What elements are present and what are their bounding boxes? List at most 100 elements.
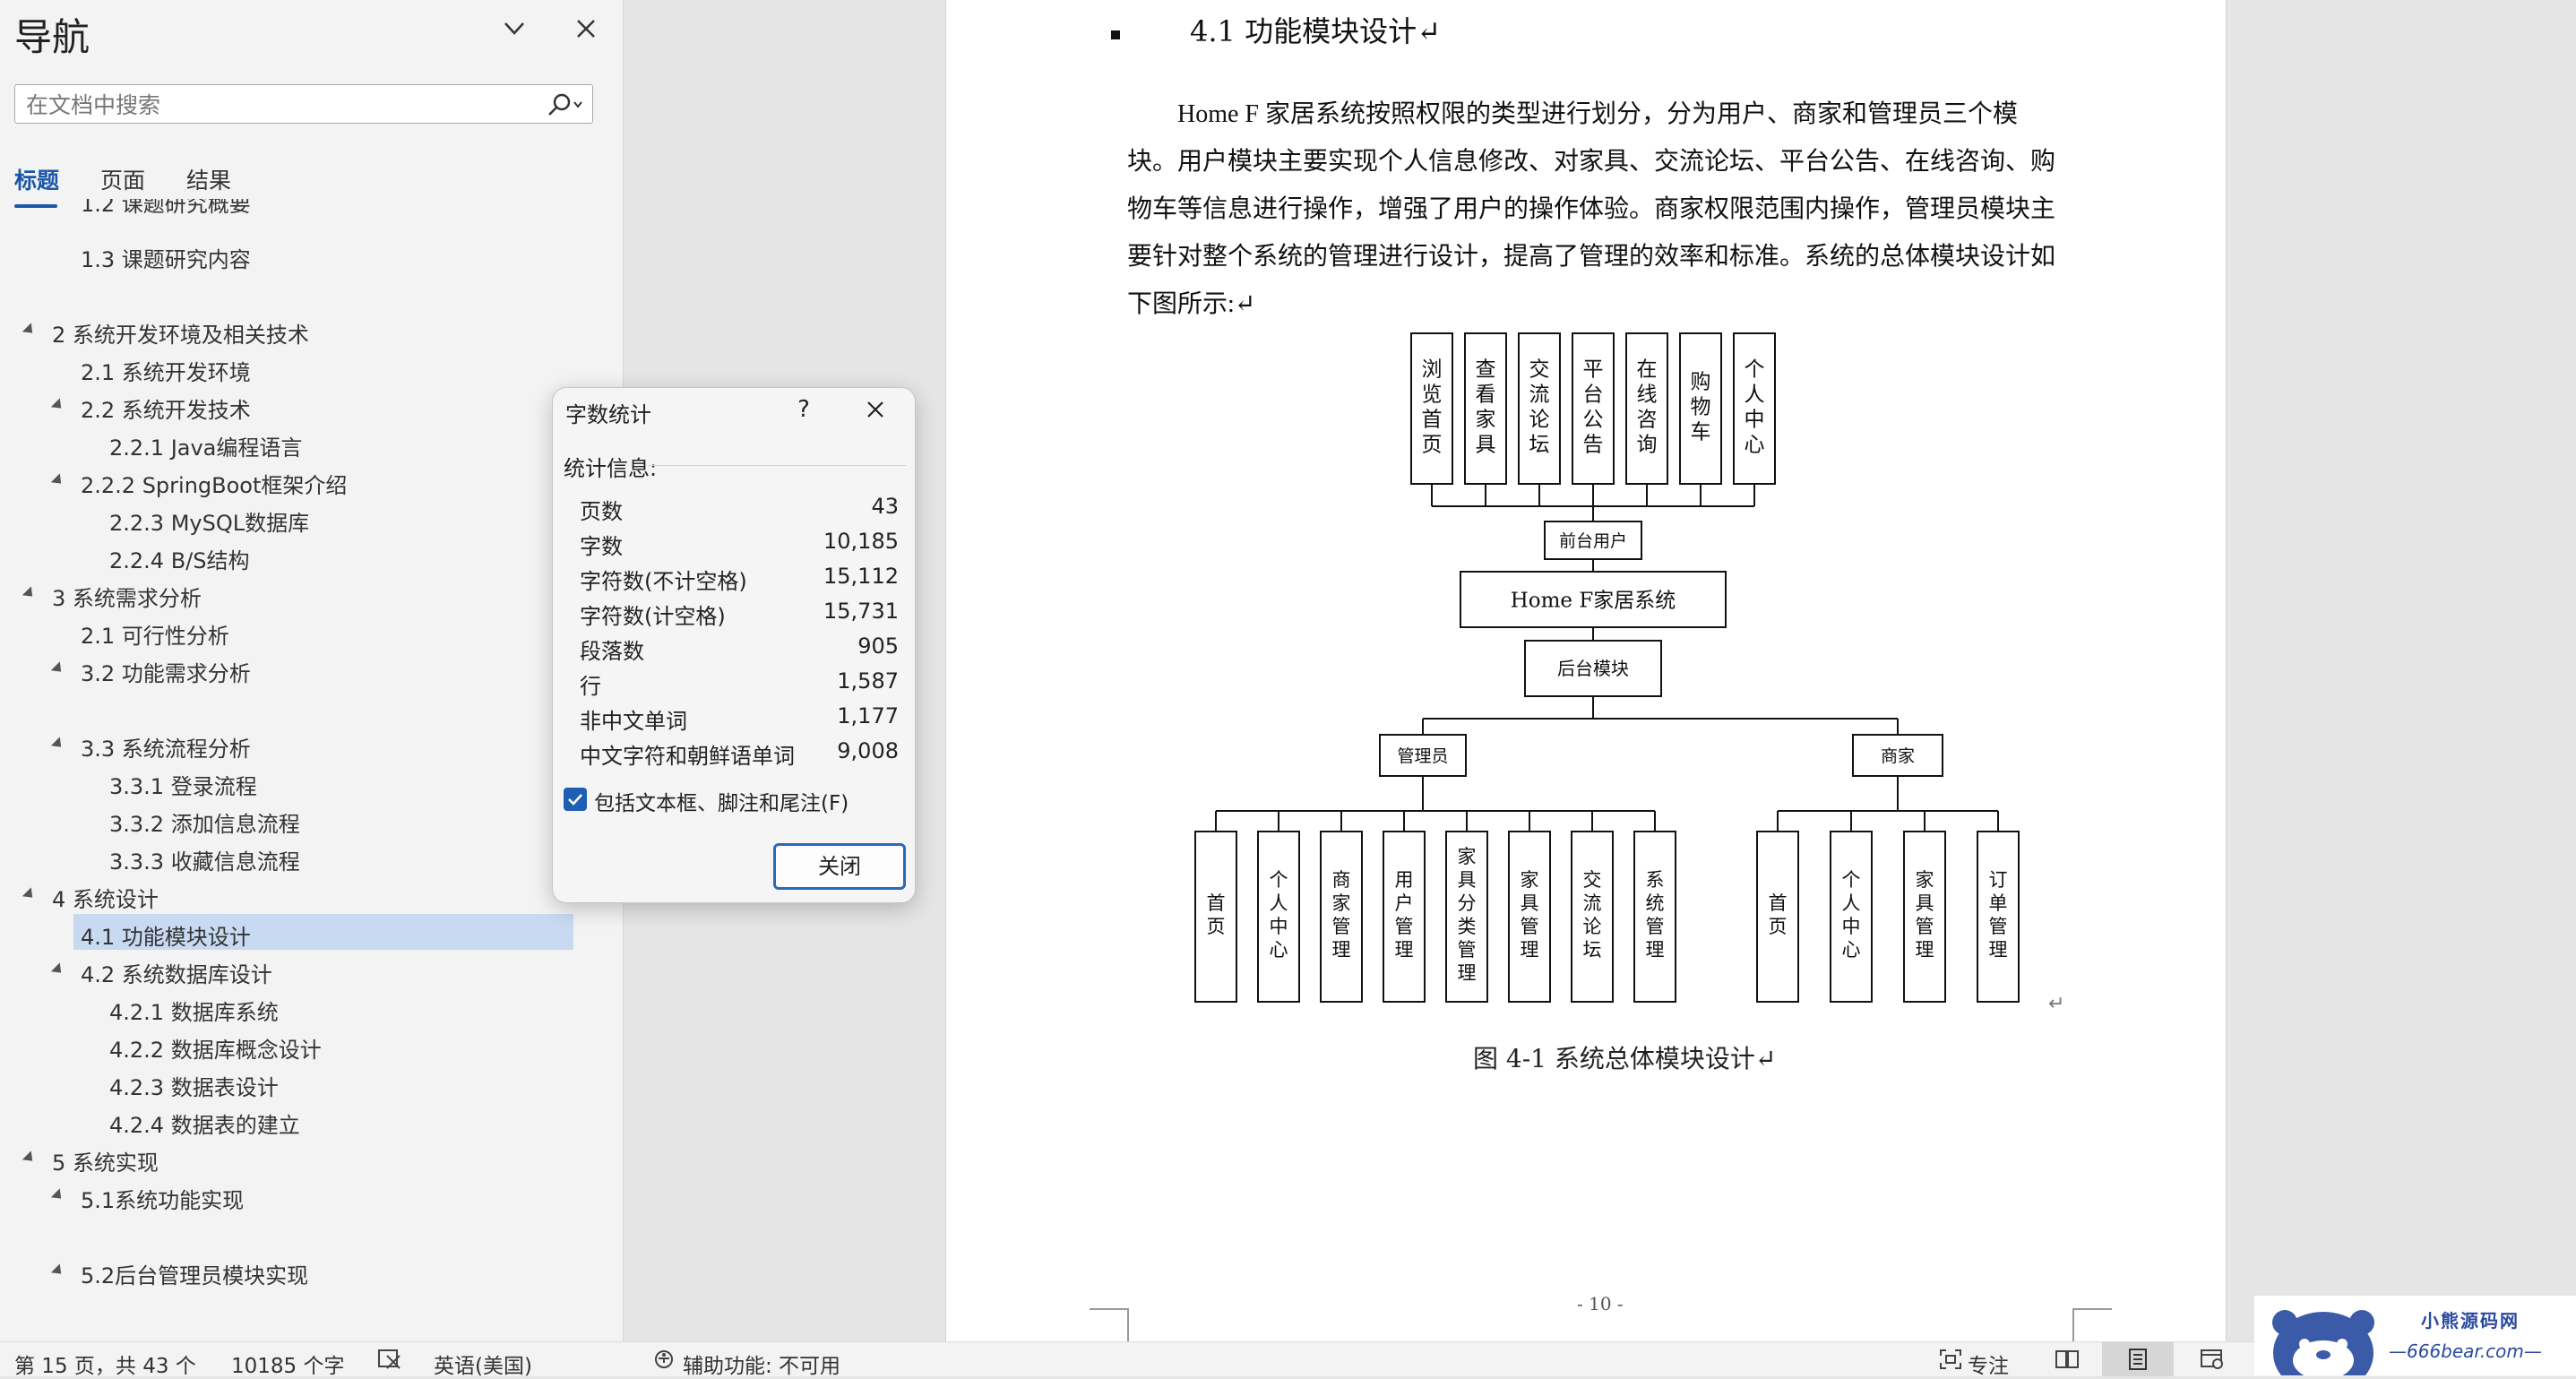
word-count-dialog: 字数统计 ? 统计信息: 页数 43 字数 10,185 字符数(不计空格) 15,112… — [552, 387, 916, 903]
nav-heading-item[interactable]: 4.2.1 数据库系统 — [0, 989, 623, 1025]
stat-label: 字符数(计空格) — [580, 604, 726, 629]
stat-value: 10,185 — [823, 529, 899, 554]
nav-heading-item[interactable]: 2.1 系统开发环境 — [0, 349, 623, 385]
stat-label: 中文字符和朝鲜语单词 — [580, 744, 795, 769]
heading-bullet — [1111, 30, 1120, 39]
nav-heading-item[interactable]: 2.2.1 Java编程语言 — [0, 425, 623, 461]
expand-arrow-icon[interactable] — [50, 473, 66, 488]
merchant-module-box: 首页 — [1756, 831, 1799, 1003]
tab-results[interactable]: 结果 — [186, 163, 231, 195]
nav-heading-item[interactable]: 1.2 课题研究概要 — [0, 199, 623, 235]
admin-module-box: 商家管理 — [1320, 831, 1363, 1003]
admin-module-box: 系统管理 — [1633, 831, 1676, 1003]
include-checkbox-label[interactable]: 包括文本框、脚注和尾注(F) — [594, 786, 849, 816]
backend-box: 后台模块 — [1524, 640, 1662, 697]
divider — [648, 465, 906, 466]
navigation-pane: 导航 标题 页面 结果 1.2 课题研究概要 1.3 课题研究内容 2 系统开发环境… — [0, 0, 624, 1341]
language-status[interactable]: 英语(美国) — [434, 1349, 532, 1379]
close-icon[interactable] — [857, 392, 893, 427]
expand-arrow-icon[interactable] — [50, 398, 66, 413]
nav-heading-item[interactable]: 2.2.2 SpringBoot框架介绍 — [0, 462, 623, 498]
focus-icon[interactable] — [1937, 1347, 1964, 1372]
nav-heading-item[interactable]: 4.1 功能模块设计 — [0, 914, 623, 950]
nav-heading-label: 2.2.4 B/S结构 — [109, 548, 250, 573]
web-layout-icon[interactable] — [2199, 1347, 2226, 1372]
nav-heading-label: 5 系统实现 — [52, 1151, 159, 1176]
nav-heading-item[interactable]: 4.2.2 数据库概念设计 — [0, 1027, 623, 1063]
diagram-label: Home F家居系统 — [1511, 589, 1676, 612]
expand-arrow-icon[interactable] — [50, 661, 66, 677]
stat-value: 9,008 — [837, 738, 899, 763]
nav-heading-item[interactable]: 5.2后台管理员模块实现 — [0, 1253, 623, 1289]
close-button[interactable]: 关闭 — [773, 843, 906, 890]
nav-heading-item[interactable]: 1.3 课题研究内容 — [0, 237, 623, 272]
nav-heading-item[interactable]: 5.1系统功能实现 — [0, 1177, 623, 1213]
stat-label: 行 — [580, 674, 601, 699]
search-input[interactable] — [24, 89, 538, 121]
nav-heading-item[interactable]: 3.3 系统流程分析 — [0, 726, 623, 762]
nav-heading-item[interactable]: 2.2.4 B/S结构 — [0, 538, 623, 573]
nav-heading-item[interactable]: 4.2.3 数据表设计 — [0, 1064, 623, 1100]
nav-heading-item[interactable]: 3.3.3 收藏信息流程 — [0, 839, 623, 875]
status-bar: 第 15 页，共 43 个 10185 个字 英语(美国) 辅助功能: 不可用 … — [0, 1341, 2576, 1379]
nav-heading-item[interactable]: 3.2 功能需求分析 — [0, 651, 623, 686]
nav-heading-label: 2 系统开发环境及相关技术 — [52, 323, 309, 348]
proofing-icon[interactable] — [376, 1347, 403, 1372]
nav-heading-item[interactable]: 4 系统设计 — [0, 876, 623, 912]
nav-heading-item[interactable]: 2 系统开发环境及相关技术 — [0, 312, 623, 348]
tab-headings[interactable]: 标题 — [14, 163, 59, 195]
nav-heading-item[interactable]: 4.2 系统数据库设计 — [0, 952, 623, 987]
diagram-label: 购物车 — [1691, 371, 1711, 444]
close-icon[interactable] — [570, 13, 602, 45]
expand-arrow-icon[interactable] — [22, 323, 38, 338]
merchant-module-box: 订单管理 — [1977, 831, 2020, 1003]
expand-arrow-icon[interactable] — [50, 737, 66, 752]
word-count-status[interactable]: 10185 个字 — [231, 1349, 344, 1379]
nav-heading-label: 3.3.1 登录流程 — [109, 774, 257, 799]
focus-mode-label[interactable]: 专注 — [1968, 1349, 2009, 1379]
chevron-down-icon[interactable] — [498, 13, 530, 45]
stat-label: 字数 — [580, 534, 623, 559]
nav-heading-label: 3.3.3 收藏信息流程 — [109, 849, 300, 875]
body-paragraph[interactable]: Home F 家居系统按照权限的类型进行划分，分为用户、商家和管理员三个模块。用… — [1127, 90, 2059, 328]
expand-arrow-icon[interactable] — [22, 586, 38, 601]
stat-value: 15,112 — [823, 564, 899, 589]
read-mode-icon[interactable] — [2054, 1347, 2081, 1372]
include-checkbox[interactable] — [564, 788, 587, 811]
print-layout-icon[interactable] — [2124, 1347, 2151, 1372]
nav-heading-label: 2.1 可行性分析 — [81, 624, 229, 649]
accessibility-status[interactable]: 辅助功能: 不可用 — [683, 1349, 840, 1379]
nav-heading-item[interactable]: 2.2 系统开发技术 — [0, 387, 623, 423]
stat-value: 15,731 — [823, 599, 899, 624]
nav-heading-label: 1.3 课题研究内容 — [81, 247, 251, 272]
expand-arrow-icon[interactable] — [22, 887, 38, 902]
nav-heading-label: 4.2 系统数据库设计 — [81, 962, 272, 987]
nav-heading-label: 2.2.2 SpringBoot框架介绍 — [81, 473, 348, 498]
expand-arrow-icon[interactable] — [50, 1263, 66, 1279]
expand-arrow-icon[interactable] — [50, 1188, 66, 1203]
stats-label: 统计信息: — [564, 456, 658, 481]
accessibility-icon[interactable] — [650, 1347, 677, 1372]
tab-pages[interactable]: 页面 — [100, 163, 145, 195]
nav-heading-item[interactable]: 2.1 可行性分析 — [0, 613, 623, 649]
nav-heading-item[interactable]: 3.3.1 登录流程 — [0, 763, 623, 799]
nav-heading-item[interactable]: 2.2.3 MySQL数据库 — [0, 500, 623, 536]
stat-label: 非中文单词 — [580, 709, 687, 734]
nav-heading-item[interactable]: 4.2.4 数据表的建立 — [0, 1102, 623, 1138]
stat-row: 字数 10,185 — [580, 529, 899, 561]
stat-row: 行 1,587 — [580, 668, 899, 701]
page-count-status[interactable]: 第 15 页，共 43 个 — [14, 1349, 196, 1379]
expand-arrow-icon[interactable] — [22, 1151, 38, 1166]
help-button[interactable]: ? — [786, 392, 822, 427]
expand-arrow-icon[interactable] — [50, 962, 66, 978]
stat-row: 字符数(不计空格) 15,112 — [580, 564, 899, 596]
diagram-label: 前台用户 — [1559, 531, 1627, 551]
nav-heading-item[interactable]: 3.3.2 添加信息流程 — [0, 801, 623, 837]
nav-heading-item[interactable]: 3 系统需求分析 — [0, 575, 623, 611]
nav-heading-label: 4.2.3 数据表设计 — [109, 1075, 279, 1100]
nav-heading-item[interactable]: 5 系统实现 — [0, 1140, 623, 1176]
nav-heading-label: 3.3.2 添加信息流程 — [109, 812, 300, 837]
section-heading[interactable]: 4.1 功能模块设计↵ — [1190, 9, 1441, 50]
front-module-box: 购物车 — [1679, 332, 1722, 485]
search-icon[interactable] — [540, 90, 587, 119]
